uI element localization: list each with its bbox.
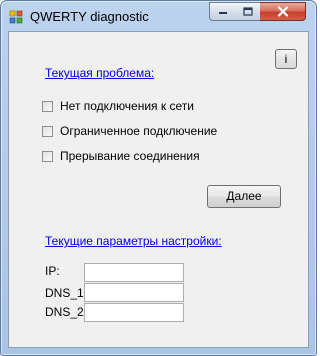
dns2-field[interactable] — [84, 303, 184, 322]
ip-label: IP: — [45, 264, 60, 278]
checkbox[interactable] — [42, 150, 53, 162]
dns1-label: DNS_1: — [45, 286, 88, 300]
dns2-label: DNS_2: — [45, 305, 88, 319]
next-button[interactable]: Далее — [207, 185, 281, 208]
ip-field[interactable] — [84, 263, 184, 282]
title-bar[interactable]: QWERTY diagnostic — [1, 1, 316, 31]
minimize-icon — [218, 11, 227, 14]
minimize-button[interactable] — [209, 2, 236, 21]
checkbox[interactable] — [42, 125, 53, 137]
option-connection-interrupted[interactable]: Прерывание соединения — [42, 149, 200, 163]
window-title: QWERTY diagnostic — [30, 9, 149, 24]
close-button[interactable] — [260, 2, 306, 21]
option-label: Прерывание соединения — [60, 149, 200, 163]
app-icon[interactable] — [9, 10, 23, 24]
maximize-icon — [242, 7, 253, 16]
close-icon — [277, 6, 288, 17]
checkbox[interactable] — [42, 100, 53, 112]
dns1-field[interactable] — [84, 283, 184, 302]
option-no-network[interactable]: Нет подключения к сети — [42, 99, 194, 113]
current-settings-heading[interactable]: Текущие параметры настройки: — [45, 234, 222, 248]
maximize-button[interactable] — [235, 2, 261, 21]
info-button[interactable]: i — [275, 49, 297, 69]
dialog-body: i Текущая проблема: Нет подключения к се… — [8, 31, 309, 348]
option-limited-connection[interactable]: Ограниченное подключение — [42, 124, 217, 138]
app-window: QWERTY diagnostic i Текущая проблема: Не… — [0, 0, 317, 356]
option-label: Ограниченное подключение — [60, 124, 218, 138]
current-problem-heading[interactable]: Текущая проблема: — [45, 66, 154, 80]
option-label: Нет подключения к сети — [60, 99, 194, 113]
